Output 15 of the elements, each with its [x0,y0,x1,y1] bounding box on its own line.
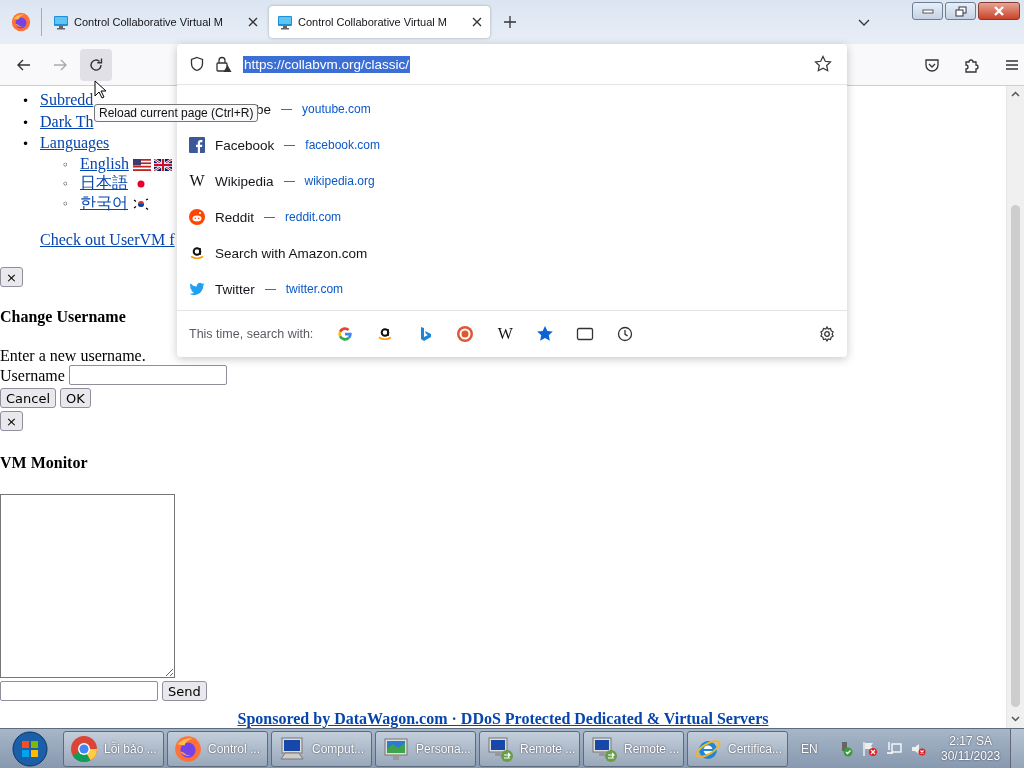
bullet: ◦ [62,176,71,193]
clock-time: 2:17 SA [949,733,992,749]
bullet: • [22,93,31,110]
bullet: • [22,114,31,132]
clock-date: 30/11/2023 [941,748,1001,764]
bullet: ◦ [62,195,71,213]
bullet: • [22,136,31,153]
dialog-title: Change Username [0,307,126,326]
bullet: ◦ [62,156,71,174]
section-title: VM Monitor [0,453,88,472]
field-label: Username [0,365,65,385]
wikipedia-icon: W [497,326,514,342]
wikipedia-icon: W [189,173,205,189]
prompt-text: Enter a new username. [0,346,146,365]
search-with-label: This time, search with: [189,327,314,341]
